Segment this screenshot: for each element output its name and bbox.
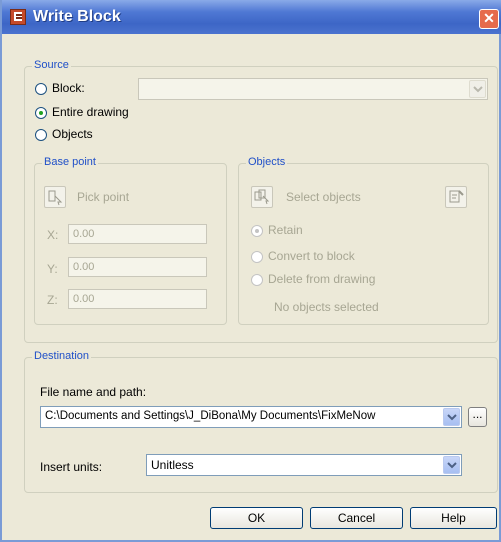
title-bar[interactable]: Write Block ✕ [2,0,501,34]
quick-select-icon [449,190,464,203]
block-name-dropdown[interactable] [138,78,488,100]
insert-units-dropdown[interactable]: Unitless [146,454,462,476]
insert-units-value: Unitless [151,458,194,472]
pick-point-label[interactable]: Pick point [77,190,129,204]
cancel-button[interactable]: Cancel [310,507,403,529]
entire-drawing-radio[interactable] [35,107,47,119]
close-button[interactable]: ✕ [479,9,499,29]
chevron-down-icon[interactable] [443,408,460,426]
select-objects-button[interactable] [251,186,273,208]
write-block-dialog: Write Block ✕ Source Block: Entire drawi… [0,0,501,542]
select-objects-label[interactable]: Select objects [286,190,361,204]
pick-point-icon [48,190,63,206]
retain-label[interactable]: Retain [268,223,303,237]
write-block-icon [10,9,26,25]
objects-radio-label[interactable]: Objects [52,127,93,141]
delete-from-drawing-radio[interactable] [251,274,263,286]
file-path-dropdown[interactable]: C:\Documents and Settings\J_DiBona\My Do… [40,406,462,428]
block-radio-label[interactable]: Block: [52,81,85,95]
base-point-group-title: Base point [42,156,98,168]
x-field[interactable]: 0.00 [68,224,207,244]
quick-select-button[interactable] [445,186,467,208]
x-label: X: [47,228,59,242]
delete-from-drawing-label[interactable]: Delete from drawing [268,272,375,286]
y-label: Y: [47,262,58,276]
source-group-title: Source [32,59,71,71]
pick-point-button[interactable] [44,186,66,208]
convert-to-block-label[interactable]: Convert to block [268,249,355,263]
select-objects-icon [254,189,270,205]
entire-drawing-label[interactable]: Entire drawing [52,105,129,119]
window-title: Write Block [33,8,121,25]
objects-radio[interactable] [35,129,47,141]
convert-to-block-radio[interactable] [251,251,263,263]
chevron-down-icon[interactable] [443,456,460,474]
ok-button[interactable]: OK [210,507,303,529]
objects-group-title: Objects [246,156,288,168]
y-field[interactable]: 0.00 [68,257,207,277]
insert-units-label: Insert units: [40,460,103,474]
z-field[interactable]: 0.00 [68,289,207,309]
block-radio[interactable] [35,83,47,95]
destination-group-title: Destination [32,350,92,362]
file-name-label: File name and path: [40,385,147,399]
z-label: Z: [47,293,58,307]
file-path-value: C:\Documents and Settings\J_DiBona\My Do… [45,410,376,422]
browse-button[interactable]: ... [468,407,487,427]
chevron-down-icon[interactable] [469,80,486,98]
help-button[interactable]: Help [410,507,497,529]
selection-status: No objects selected [274,300,379,314]
retain-radio[interactable] [251,225,263,237]
